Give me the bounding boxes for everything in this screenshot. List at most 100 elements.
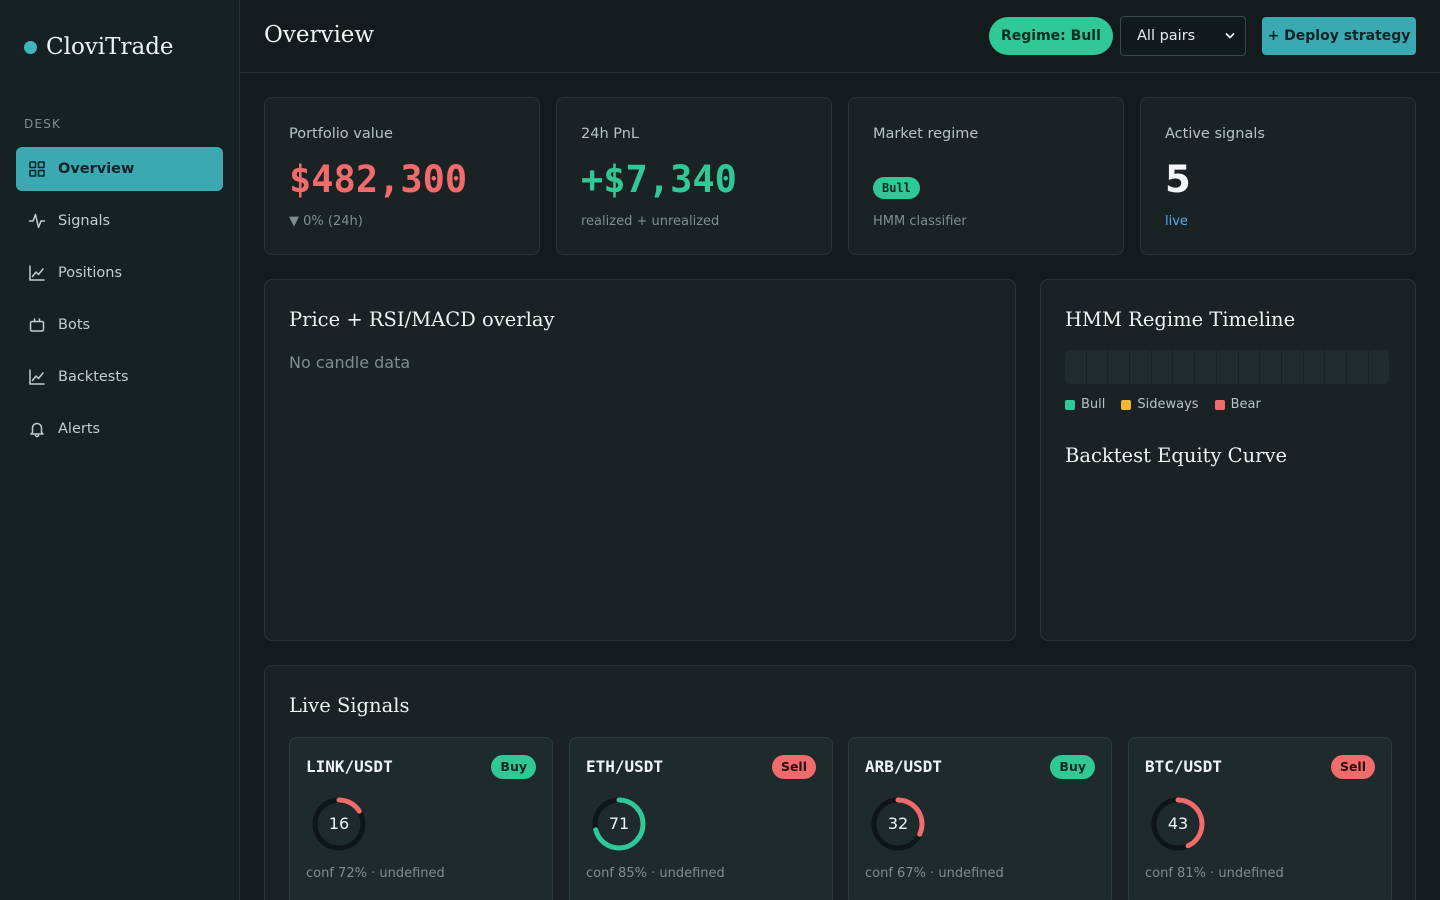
timeline-segment	[1151, 350, 1173, 384]
bot-icon	[29, 318, 45, 332]
sidebar-item-backtests[interactable]: Backtests	[16, 355, 223, 399]
sidebar-item-label: Signals	[58, 213, 111, 229]
signal-score: 43	[1167, 814, 1189, 833]
portfolio-change: ▼ 0% (24h)	[289, 214, 363, 229]
legend-label: Bull	[1081, 397, 1106, 412]
market-regime-card: Market regime Bull HMM classifier	[848, 97, 1124, 255]
sidebar-item-bots[interactable]: Bots	[16, 303, 223, 347]
sidebar: CloviTrade DESK Overview Signals Positio…	[0, 0, 240, 900]
line-chart-icon	[29, 369, 45, 385]
signal-score: 71	[608, 814, 630, 833]
sidebar-item-label: Backtests	[58, 369, 129, 385]
active-signals-card: Active signals 5 live	[1140, 97, 1416, 255]
legend-label: Sideways	[1137, 397, 1199, 412]
timeline-segment	[1086, 350, 1108, 384]
timeline-segment	[1368, 350, 1390, 384]
legend-item-bear: Bear	[1214, 397, 1261, 412]
signal-meta: conf 85% · undefined	[586, 866, 725, 881]
timeline-segment	[1281, 350, 1303, 384]
active-signals-sub[interactable]: live	[1165, 214, 1188, 229]
deploy-strategy-button[interactable]: + Deploy strategy	[1262, 17, 1416, 55]
timeline-segment	[1173, 350, 1195, 384]
regime-pill[interactable]: Regime: Bull	[989, 17, 1113, 55]
active-signals-value: 5	[1165, 158, 1191, 201]
sidebar-item-label: Positions	[58, 265, 123, 281]
equity-curve-title: Backtest Equity Curve	[1065, 444, 1288, 467]
regime-legend: Bull Sideways Bear	[1065, 397, 1277, 412]
signal-side-badge: Sell	[1330, 755, 1375, 779]
timeline-segment	[1195, 350, 1216, 384]
signal-pair: ETH/USDT	[586, 757, 664, 776]
signal-score: 32	[887, 814, 909, 833]
timeline-segment	[1238, 350, 1260, 384]
top-bar: Overview Regime: Bull All pairs + Deploy…	[240, 0, 1440, 73]
legend-label: Bear	[1230, 397, 1261, 412]
signal-pair: LINK/USDT	[306, 757, 393, 776]
sidebar-item-positions[interactable]: Positions	[16, 251, 223, 295]
timeline-segment	[1346, 350, 1368, 384]
sidebar-item-label: Alerts	[58, 421, 101, 437]
empty-state: No candle data	[289, 353, 411, 372]
panel-title: Price + RSI/MACD overlay	[289, 308, 555, 331]
line-chart-icon	[29, 265, 45, 281]
legend-swatch	[1214, 399, 1225, 410]
timeline-segment	[1065, 350, 1086, 384]
signal-pair: BTC/USDT	[1145, 757, 1223, 776]
signal-side-badge: Buy	[1050, 755, 1095, 779]
sidebar-item-overview[interactable]: Overview	[16, 147, 223, 191]
legend-swatch	[1065, 399, 1075, 410]
portfolio-value-card: Portfolio value $482,300 ▼ 0% (24h)	[264, 97, 540, 255]
regime-timeline-panel: HMM Regime Timeline Bull Sideways Bear B…	[1040, 279, 1416, 641]
pnl-value: +$7,340	[581, 158, 737, 201]
activity-icon	[28, 213, 46, 229]
bell-icon	[30, 422, 44, 438]
pnl-sub: realized + unrealized	[581, 214, 720, 229]
sidebar-item-label: Overview	[58, 161, 135, 177]
signal-card[interactable]: ETH/USDT Sell 71 conf 85% · undefined	[569, 737, 833, 900]
timeline-segment	[1260, 350, 1281, 384]
pairs-select-value: All pairs	[1137, 28, 1196, 44]
timeline-segment	[1303, 350, 1325, 384]
pairs-select[interactable]: All pairs	[1120, 16, 1246, 56]
chevron-down-icon	[1225, 33, 1235, 39]
signal-score: 16	[328, 814, 350, 833]
signal-card[interactable]: BTC/USDT Sell 43 conf 81% · undefined	[1128, 737, 1392, 900]
signal-meta: conf 81% · undefined	[1145, 866, 1284, 881]
page-title: Overview	[264, 22, 375, 48]
grid-icon	[29, 161, 45, 177]
signal-meta: conf 67% · undefined	[865, 866, 1004, 881]
panel-title: HMM Regime Timeline	[1065, 308, 1296, 331]
regime-badge: Bull	[873, 177, 920, 199]
sidebar-section-label: DESK	[24, 117, 62, 131]
legend-item-bull: Bull	[1065, 397, 1105, 412]
stat-label: Active signals	[1165, 126, 1265, 142]
portfolio-value: $482,300	[289, 158, 468, 201]
brand-name: CloviTrade	[46, 34, 174, 60]
brand-logo[interactable]: CloviTrade	[24, 34, 174, 60]
stat-label: Market regime	[873, 126, 979, 142]
sidebar-item-alerts[interactable]: Alerts	[16, 407, 223, 451]
timeline-segment	[1216, 350, 1238, 384]
regime-sub: HMM classifier	[873, 214, 967, 229]
panel-title: Live Signals	[289, 694, 410, 717]
regime-timeline	[1065, 350, 1390, 384]
price-overlay-panel: Price + RSI/MACD overlay No candle data	[264, 279, 1016, 641]
signal-card[interactable]: LINK/USDT Buy 16 conf 72% · undefined	[289, 737, 553, 900]
timeline-segment	[1130, 350, 1151, 384]
signal-side-badge: Sell	[771, 755, 816, 779]
sidebar-item-label: Bots	[58, 317, 91, 333]
live-signals-panel: Live Signals LINK/USDT Buy 16 conf 72% ·…	[264, 665, 1416, 900]
sidebar-item-signals[interactable]: Signals	[16, 199, 223, 243]
pnl-card: 24h PnL +$7,340 realized + unrealized	[556, 97, 832, 255]
timeline-segment	[1325, 350, 1346, 384]
legend-item-sideways: Sideways	[1121, 397, 1199, 412]
sidebar-nav: Overview Signals Positions Bots Backtest…	[16, 147, 223, 459]
signal-card[interactable]: ARB/USDT Buy 32 conf 67% · undefined	[848, 737, 1112, 900]
brand-dot-icon	[24, 40, 37, 54]
signal-meta: conf 72% · undefined	[306, 866, 445, 881]
timeline-segment	[1108, 350, 1130, 384]
stat-label: 24h PnL	[581, 126, 640, 142]
legend-swatch	[1121, 399, 1132, 410]
stat-label: Portfolio value	[289, 126, 393, 142]
signal-side-badge: Buy	[491, 755, 536, 779]
